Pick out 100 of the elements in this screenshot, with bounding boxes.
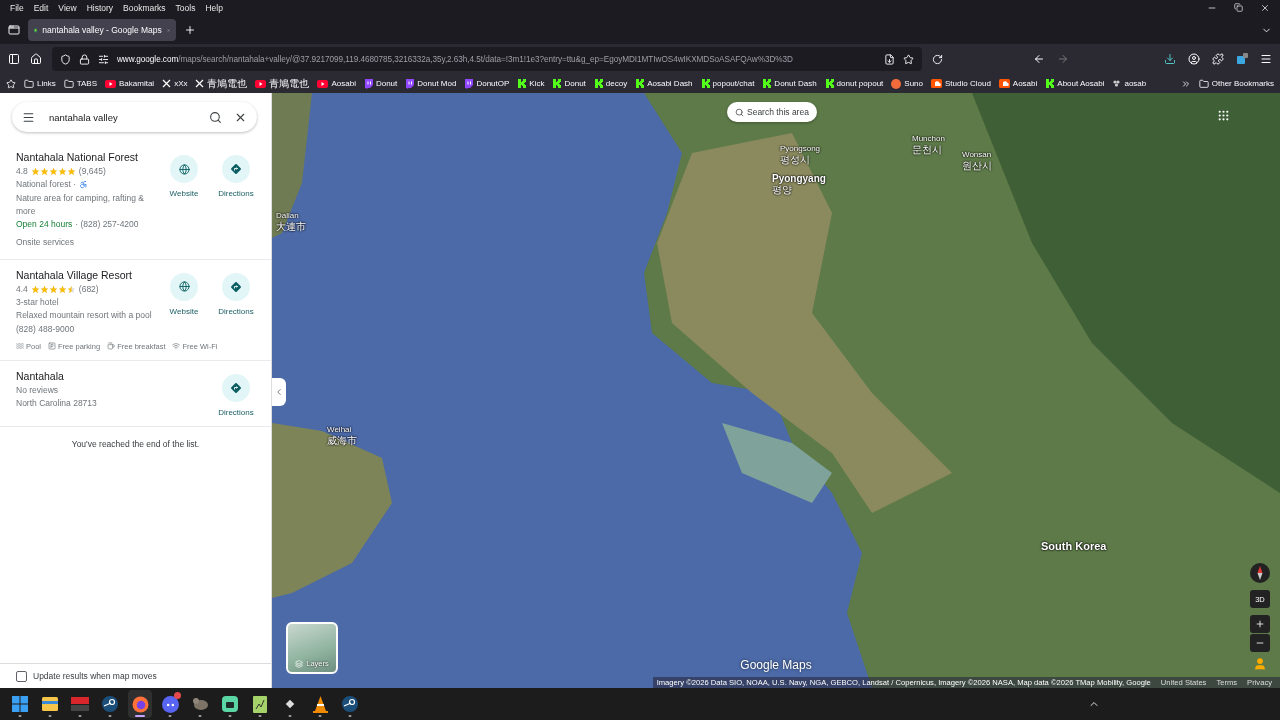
caret-left-icon [274, 387, 284, 397]
play-logo-icon [255, 79, 267, 88]
bookmark-item[interactable]: Aosabi Dash [635, 79, 693, 88]
back-icon[interactable] [1033, 53, 1045, 65]
save-page-icon[interactable] [884, 53, 895, 65]
reload-icon[interactable] [932, 53, 943, 65]
zoom-in-button[interactable] [1250, 615, 1270, 633]
app-icon[interactable] [222, 696, 238, 712]
star-icon [30, 167, 40, 177]
k-logo-icon [1045, 79, 1055, 88]
search-icon[interactable] [209, 110, 222, 124]
bookmark-item[interactable]: 青鳩電也 [195, 76, 248, 91]
extensions-icon[interactable] [1212, 53, 1224, 65]
star-icon [30, 284, 40, 294]
phone-number: (828) 488-9000 [16, 322, 75, 336]
restore-icon[interactable] [1234, 3, 1243, 12]
bookmark-item[interactable]: Donut [552, 79, 586, 88]
permissions-icon[interactable] [98, 53, 109, 65]
lock-icon[interactable] [79, 53, 90, 65]
place-name[interactable]: Nantahala Village Resort [16, 266, 163, 283]
diamond-icon[interactable] [285, 699, 295, 709]
website-button[interactable]: Website [163, 272, 205, 316]
menu-item[interactable]: View [53, 3, 82, 13]
bookmark-item[interactable]: Donut [363, 78, 398, 89]
folder-icon [63, 78, 74, 89]
bookmark-item[interactable]: Links [24, 78, 56, 89]
place-name[interactable]: Nantahala [16, 367, 215, 384]
more-bookmarks-icon[interactable] [1180, 78, 1191, 89]
place-label: Wonsan [962, 149, 992, 160]
tab-overview-icon[interactable] [8, 24, 20, 36]
menu-item[interactable]: File [5, 3, 29, 13]
bookmark-star-icon[interactable] [903, 53, 914, 65]
shield-icon[interactable] [60, 53, 71, 65]
pegman-icon[interactable] [1253, 657, 1267, 671]
tab-title: nantahala valley - Google Maps [42, 25, 162, 35]
chat-app-icon[interactable] [161, 695, 179, 713]
close-icon[interactable] [1260, 3, 1270, 13]
bookmark-item[interactable]: Aosabi [317, 79, 356, 88]
menu-icon[interactable] [22, 110, 35, 124]
compass-icon[interactable] [1250, 563, 1270, 583]
place-name[interactable]: Nantahala National Forest [16, 149, 163, 165]
browser-tab[interactable]: nantahala valley - Google Maps [28, 19, 176, 41]
collapse-panel-button[interactable] [272, 378, 286, 406]
extension-icon[interactable] [1236, 53, 1248, 65]
directions-button[interactable]: Directions [215, 155, 257, 198]
fox-browser-icon[interactable] [131, 695, 149, 713]
website-button[interactable]: Website [163, 155, 205, 198]
place-label: 원산시 [962, 160, 992, 171]
place-label: 평성시 [780, 154, 810, 165]
play-logo-icon [317, 79, 329, 88]
traffic-cone-icon[interactable] [312, 695, 328, 713]
taskbar-button[interactable] [128, 690, 152, 718]
place-label: 威海市 [327, 435, 357, 446]
bookmark-folder[interactable]: Other Bookmarks [1198, 78, 1274, 89]
bookmark-item[interactable]: TABS [63, 78, 97, 89]
bookmark-item[interactable]: Bakamitai [105, 79, 155, 88]
notepad-icon[interactable] [253, 695, 267, 713]
directions-button[interactable]: Directions [215, 373, 257, 417]
review-count: (9,645) [78, 165, 106, 178]
menu-item[interactable]: Edit [28, 3, 54, 13]
menu-icon[interactable] [1260, 53, 1272, 65]
menu-item[interactable]: History [81, 3, 119, 13]
bookmark-item[interactable]: decoy [593, 79, 628, 88]
bookmark-item[interactable]: Donut Dash [762, 79, 817, 88]
new-tab-icon[interactable] [184, 24, 196, 36]
star-icon [66, 167, 76, 177]
bookmark-item[interactable]: Suno [891, 78, 923, 89]
place-label: 평양 [772, 184, 792, 195]
menu-item[interactable]: Help [200, 3, 228, 13]
bookmark-item[interactable]: donut popout [824, 79, 884, 88]
bookmark-item[interactable]: About Aosabi [1045, 79, 1105, 88]
menu-item[interactable]: Bookmarks [118, 3, 171, 13]
place-label: 大連市 [276, 221, 306, 232]
account-icon[interactable] [1188, 53, 1200, 65]
manage-bookmarks-icon[interactable] [6, 78, 16, 89]
sidebar-icon[interactable] [8, 53, 20, 65]
bookmark-item[interactable]: Studio Cloud [931, 79, 991, 88]
zoom-out-button[interactable] [1250, 634, 1270, 652]
chat-logo-icon [464, 78, 474, 89]
bookmark-item[interactable]: DonutOP [464, 78, 510, 89]
bookmark-item[interactable]: xXx [162, 79, 188, 88]
cup-icon [107, 342, 116, 351]
search-this-area-button[interactable]: Search this area [727, 102, 817, 122]
bookmark-item[interactable]: Donut Mod [405, 78, 457, 89]
directions-icon [230, 163, 242, 175]
bookmark-item[interactable]: 青鳩電也 [255, 76, 310, 91]
bookmark-item[interactable]: Kick [517, 79, 545, 88]
menu-item[interactable]: Tools [170, 3, 201, 13]
download-icon[interactable] [1164, 53, 1176, 65]
address-field[interactable]: www.google.com/maps/search/nantahala+valley/@37.9217099,119.4680785,3216332a,35y,2.63h,4.5t/data=!3m1!1e3?entry=ttu&g_ep=EgoyMDI1MTIwOS4wIKXMDSoASAFQAw%3D%3D [52, 47, 922, 71]
bookmark-item[interactable]: aosab [1112, 79, 1147, 88]
bookmark-item[interactable]: popout/chat [700, 79, 755, 88]
bookmark-item[interactable]: Aosabi [998, 79, 1038, 88]
steam-logo-icon[interactable] [342, 696, 358, 712]
directions-button[interactable]: Directions [215, 272, 257, 316]
play-logo-icon [105, 79, 116, 88]
steam-logo-icon[interactable] [102, 696, 118, 712]
apps-icon[interactable] [1217, 109, 1230, 122]
home-icon[interactable] [30, 53, 42, 65]
directions-icon [230, 381, 242, 394]
